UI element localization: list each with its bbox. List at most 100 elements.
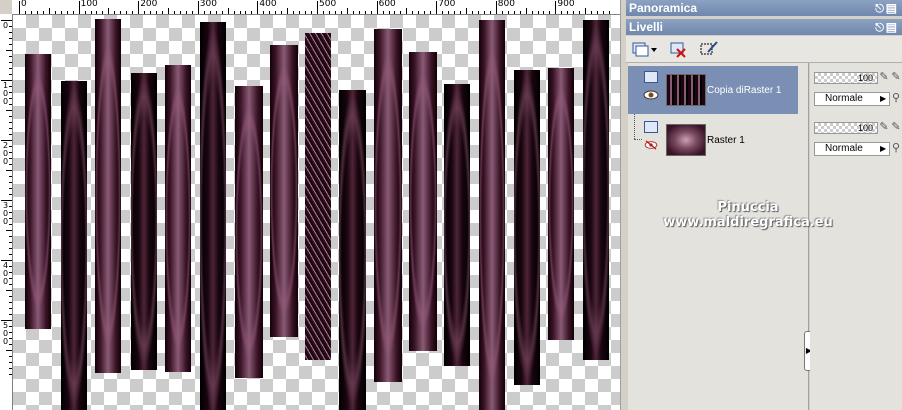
edit-selection-button[interactable] [698,39,720,59]
ruler-minor-tick [9,194,12,195]
brush-icon[interactable]: ✎ [878,71,890,83]
ruler-minor-tick [466,8,467,14]
pin-icon[interactable]: ⎋ [875,1,884,17]
ruler-minor-tick [114,11,116,14]
lock-icon[interactable]: ⚲ [890,92,902,104]
ruler-tick [436,1,438,14]
blend-mode-select[interactable]: Normale ▶ [814,142,890,156]
ruler-minor-tick [9,62,12,63]
dropdown-arrow-icon: ▶ [880,94,887,103]
ruler-minor-tick [591,11,593,14]
image-strip [548,68,574,340]
ruler-minor-tick [9,374,12,375]
ruler-minor-tick [471,11,473,14]
ruler-minor-tick [179,11,181,14]
ruler-minor-tick [9,158,12,159]
ruler-minor-tick [9,242,12,243]
ruler-minor-tick [537,11,539,14]
ruler-minor-tick [340,11,342,14]
brush-icon[interactable]: ✎ [878,121,890,133]
ruler-minor-tick [9,26,12,27]
ruler-minor-tick [9,212,12,213]
ruler-minor-tick [489,11,491,14]
ruler-minor-tick [305,11,307,14]
ruler-minor-tick [9,86,12,87]
ruler-minor-tick [96,11,98,14]
layer-row-copia-raster-1[interactable]: Copia diRaster 1 [628,66,798,114]
ruler-minor-tick [9,338,12,339]
ruler-minor-tick [72,11,74,14]
image-strip [61,81,87,410]
ruler-minor-tick [400,11,402,14]
ruler-label: 400 [259,0,277,9]
ruler-minor-tick [9,116,12,117]
ruler-minor-tick [549,11,551,14]
image-canvas[interactable] [13,15,620,410]
ruler-minor-tick [9,266,12,267]
lock-icon[interactable]: ⚲ [890,142,902,154]
eye-icon[interactable] [643,90,659,100]
ruler-minor-tick [162,11,164,14]
layer-row-raster-1[interactable]: Raster 1 [628,116,798,164]
ruler-label: 500 [319,0,337,9]
ruler-label: 100 [80,0,98,9]
image-strip [514,70,540,385]
ruler-minor-tick [9,224,12,225]
ruler-minor-tick [352,11,354,14]
delete-layer-button[interactable] [668,39,690,59]
ruler-minor-tick [6,170,12,171]
ruler-minor-tick [9,122,12,123]
ruler-minor-tick [6,350,12,351]
ruler-minor-tick [382,11,384,14]
ruler-minor-tick [579,11,581,14]
ruler-minor-tick [9,308,12,309]
overview-panel-title: Panoramica ⎋ ▤ [626,0,902,16]
close-icon[interactable]: ▤ [886,19,897,35]
close-icon[interactable]: ▤ [886,0,897,16]
image-strip [270,45,298,337]
ruler-minor-tick [293,11,295,14]
pin-icon[interactable]: ⎋ [875,20,884,36]
ruler-minor-tick [9,218,12,219]
layer-name[interactable]: Copia diRaster 1 [707,85,781,96]
ruler-label: 800 [497,0,515,9]
hidden-eye-icon[interactable] [643,140,659,150]
ruler-tick [317,1,318,14]
edit-icon[interactable]: ✎ [890,121,902,133]
ruler-minor-tick [328,11,330,14]
ruler-minor-tick [269,11,271,14]
ruler-minor-tick [9,176,12,177]
ruler-minor-tick [501,11,503,14]
ruler-minor-tick [9,236,12,237]
ruler-tick [78,1,80,14]
image-strip [95,19,121,373]
ruler-minor-tick [9,278,12,279]
ruler-minor-tick [9,314,12,315]
ruler-minor-tick [9,182,12,183]
ruler-minor-tick [245,11,247,14]
layer-name[interactable]: Raster 1 [707,135,745,146]
ruler-minor-tick [9,44,12,45]
ruler-label: 900 [557,0,575,9]
image-strip [339,90,366,410]
ruler-minor-tick [513,11,515,14]
ruler-minor-tick [454,11,456,14]
image-strip [374,29,402,382]
ruler-label: 300 [199,0,217,9]
edit-icon[interactable]: ✎ [890,71,902,83]
ruler-minor-tick [9,356,12,357]
ruler-minor-tick [251,11,253,14]
ruler-minor-tick [9,104,12,105]
opacity-slider[interactable]: 100 [814,122,878,134]
new-layer-button[interactable] [630,39,658,59]
canvas-area[interactable]: 0 100 200 300 400 500 600 700 800 900 01 0 02 0 0… [0,0,620,410]
ruler-minor-tick [364,11,366,14]
ruler-minor-tick [203,11,205,14]
ruler-minor-tick [6,290,12,291]
layer-properties-column: 100 ✎ ✎ Normale ▶ ⚲ 100 ✎ ✎ Normale ▶ ⚲ [810,63,902,410]
ruler-minor-tick [132,11,134,14]
blend-mode-select[interactable]: Normale ▶ [814,92,890,106]
opacity-slider[interactable]: 100 [814,72,878,84]
ruler-minor-tick [54,11,56,14]
ruler-minor-tick [9,248,12,249]
